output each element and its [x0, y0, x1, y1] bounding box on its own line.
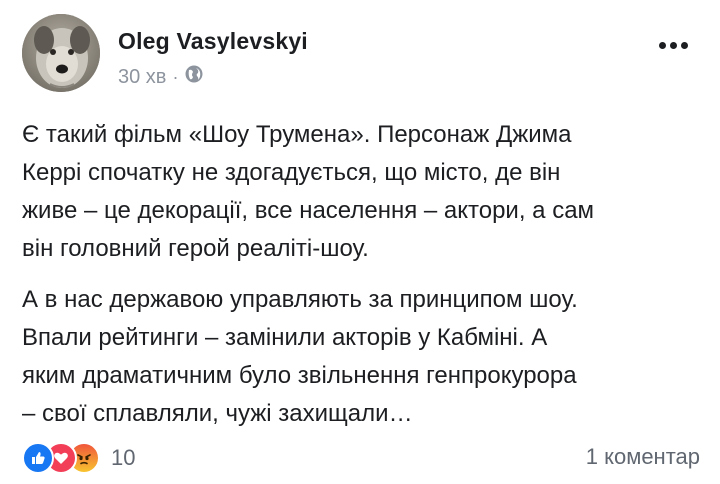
reactions-summary[interactable]: 10 — [22, 442, 135, 474]
reaction-count: 10 — [111, 445, 136, 470]
comments-link[interactable]: 1 коментар — [586, 444, 700, 470]
avatar[interactable] — [22, 14, 100, 92]
meta-separator: · — [172, 66, 179, 87]
dog-avatar-image — [22, 14, 100, 92]
like-icon — [22, 442, 54, 474]
more-dot — [659, 42, 666, 49]
more-dot — [681, 42, 688, 49]
post-card: Oleg Vasylevskyi 30 хв · Є такий фільм «… — [0, 0, 720, 484]
globe-icon[interactable] — [184, 64, 204, 90]
post-paragraph: Є такий фільм «Шоу Трумена». Персонаж Дж… — [22, 121, 595, 262]
post-text: Є такий фільм «Шоу Трумена». Персонаж Дж… — [22, 116, 702, 433]
author-name[interactable]: Oleg Vasylevskyi — [118, 28, 308, 55]
post-paragraph: А в нас державою управляють за принципом… — [22, 286, 578, 427]
more-options-icon[interactable] — [657, 36, 690, 55]
more-dot — [670, 42, 677, 49]
post-meta: 30 хв · — [118, 64, 204, 90]
timestamp[interactable]: 30 хв — [118, 66, 166, 89]
